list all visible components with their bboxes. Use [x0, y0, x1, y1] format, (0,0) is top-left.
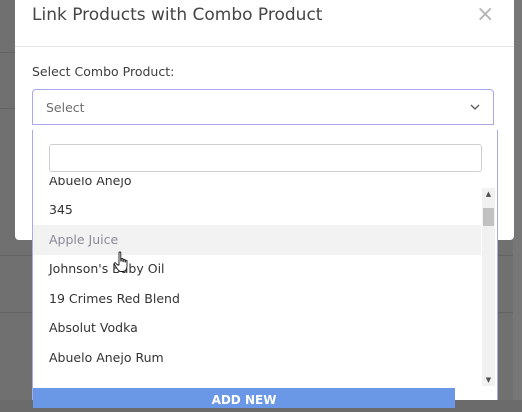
combo-product-dropdown: Abuelo Anejo 345 Apple Juice Johnson's B…	[32, 130, 498, 400]
scroll-down-arrow-icon[interactable]: ▼	[482, 374, 495, 386]
dropdown-options-list: Abuelo Anejo 345 Apple Juice Johnson's B…	[33, 177, 481, 389]
select-current-value: Select	[46, 100, 85, 115]
dropdown-option[interactable]: Johnson's Baby Oil	[33, 254, 481, 284]
dropdown-scrollbar[interactable]: ▲ ▼	[482, 188, 495, 386]
dropdown-search-input[interactable]	[49, 144, 482, 172]
modal-title: Link Products with Combo Product	[32, 5, 323, 25]
dropdown-option[interactable]: 19 Crimes Red Blend	[33, 284, 481, 314]
dropdown-option[interactable]: Absolut Vodka	[33, 313, 481, 343]
select-combo-label: Select Combo Product:	[32, 64, 175, 79]
dropdown-option[interactable]: Abuelo Anejo Rum	[33, 343, 481, 373]
scroll-up-arrow-icon[interactable]: ▲	[482, 188, 495, 200]
close-icon: ×	[476, 2, 495, 27]
close-button[interactable]: ×	[476, 4, 494, 26]
chevron-down-icon	[470, 104, 480, 110]
dropdown-option[interactable]: 345	[33, 195, 481, 225]
background-edge	[513, 0, 522, 400]
dropdown-option-hovered[interactable]: Apple Juice	[33, 225, 481, 255]
combo-product-select[interactable]: Select	[32, 89, 494, 125]
scrollbar-thumb[interactable]	[483, 208, 494, 226]
modal-header: Link Products with Combo Product ×	[15, 0, 514, 47]
add-new-button[interactable]: ADD NEW	[33, 388, 455, 408]
dropdown-option[interactable]: Abuelo Anejo	[33, 177, 481, 196]
